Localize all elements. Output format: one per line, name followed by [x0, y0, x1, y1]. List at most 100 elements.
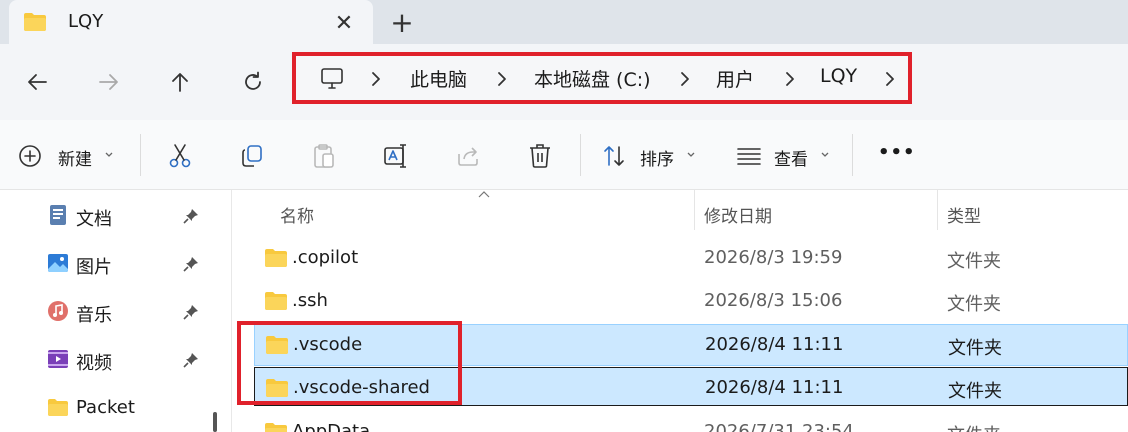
file-name: .ssh: [292, 290, 328, 311]
pin-icon[interactable]: [183, 256, 199, 272]
view-button-label: 查看: [774, 150, 808, 170]
rename-icon: [384, 144, 406, 168]
column-header-name[interactable]: 名称: [280, 202, 314, 227]
file-type: 文件夹: [947, 294, 1001, 315]
file-type: 文件夹: [948, 381, 1002, 402]
table-row[interactable]: .vscode-shared 2026/8/4 11:11 文件夹: [254, 367, 1128, 406]
column-divider[interactable]: [694, 190, 695, 230]
breadcrumb-this-pc[interactable]: 此电脑: [410, 65, 467, 92]
folder-icon: [266, 336, 288, 354]
file-name: .copilot: [292, 247, 359, 268]
close-icon[interactable]: ✕: [331, 10, 357, 36]
new-tab-button[interactable]: +: [388, 6, 416, 39]
table-row[interactable]: AppData 2026/7/31 23:54 文件夹: [254, 412, 1128, 432]
sidebar-item-packet[interactable]: Packet: [0, 386, 210, 426]
cut-button[interactable]: [166, 142, 194, 170]
chevron-right-icon[interactable]: [494, 70, 510, 88]
music-icon: [48, 301, 68, 321]
sidebar-item-label: 视频: [76, 353, 112, 374]
computer-icon: [321, 68, 343, 89]
chevron-right-icon[interactable]: [677, 70, 693, 88]
file-type: 文件夹: [947, 421, 1001, 432]
file-modified: 2026/8/3 19:59: [704, 247, 843, 268]
file-type: 文件夹: [947, 251, 1001, 272]
column-header-modified[interactable]: 修改日期: [704, 202, 772, 227]
pin-icon[interactable]: [183, 304, 199, 320]
file-modified: 2026/8/4 11:11: [705, 334, 844, 355]
plus-circle-icon: [19, 145, 41, 167]
breadcrumb-local-disk[interactable]: 本地磁盘 (C:): [534, 65, 651, 92]
copy-icon: [242, 145, 262, 167]
sidebar-item-label: 音乐: [76, 305, 112, 326]
pictures-icon: [48, 254, 68, 272]
column-divider[interactable]: [937, 190, 938, 230]
share-button[interactable]: [454, 142, 482, 170]
new-button-label: 新建: [58, 150, 92, 170]
refresh-icon: [245, 71, 261, 90]
toolbar-divider: [580, 134, 581, 176]
folder-icon: [48, 399, 68, 416]
address-bar[interactable]: 此电脑 本地磁盘 (C:) 用户 LQY: [292, 52, 912, 104]
trash-icon: [530, 144, 550, 168]
view-list-icon: [737, 148, 761, 165]
folder-icon: [24, 13, 46, 31]
breadcrumb-lqy[interactable]: LQY: [820, 65, 857, 87]
file-type: 文件夹: [948, 338, 1002, 359]
sidebar-item-music[interactable]: 音乐: [0, 290, 210, 330]
chevron-right-icon[interactable]: [882, 70, 898, 88]
sidebar-scrollbar[interactable]: [213, 412, 217, 432]
file-list: 名称 修改日期 类型 .copilot 2026/8/3 19:59 文件夹 .…: [232, 190, 1128, 432]
sidebar-item-label: 文档: [76, 209, 112, 230]
file-modified: 2026/7/31 23:54: [704, 421, 854, 432]
toolbar-divider: [852, 134, 853, 176]
table-row[interactable]: .vscode 2026/8/4 11:11 文件夹: [254, 324, 1128, 366]
sidebar-item-label: 图片: [76, 257, 112, 278]
arrow-left-icon: [28, 74, 47, 90]
copy-button[interactable]: [238, 142, 266, 170]
sidebar-item-videos[interactable]: 视频: [0, 338, 210, 378]
video-icon: [48, 350, 68, 368]
chevron-right-icon[interactable]: [368, 70, 384, 88]
folder-icon: [266, 379, 288, 397]
chevron-down-icon: [105, 152, 113, 157]
clipboard-icon: [314, 144, 334, 168]
file-name: .vscode-shared: [293, 377, 430, 398]
arrow-right-icon: [99, 74, 118, 90]
chevron-right-icon[interactable]: [782, 70, 798, 88]
folder-icon: [265, 292, 287, 310]
forward-button[interactable]: [92, 65, 126, 99]
sidebar-item-documents[interactable]: 文档: [0, 194, 210, 234]
sidebar-item-pictures[interactable]: 图片: [0, 242, 210, 282]
refresh-button[interactable]: [236, 65, 270, 99]
chevron-up-icon: [478, 191, 490, 198]
tab-strip: LQY ✕ +: [0, 0, 1128, 44]
folder-icon: [265, 249, 287, 267]
file-modified: 2026/8/4 11:11: [705, 377, 844, 398]
sort-button-label: 排序: [640, 150, 674, 170]
pin-icon[interactable]: [183, 352, 199, 368]
arrow-up-icon: [172, 73, 188, 92]
sidebar-item-label: Packet: [76, 397, 135, 418]
file-name: AppData: [292, 421, 371, 432]
rename-button[interactable]: [382, 142, 410, 170]
up-button[interactable]: [163, 65, 197, 99]
pin-icon[interactable]: [183, 208, 199, 224]
tab-title: LQY: [68, 11, 104, 32]
document-icon: [50, 205, 66, 225]
sort-icon: [604, 146, 624, 166]
navigation-pane: 文档 图片 音乐 视频 Packet: [0, 190, 232, 432]
breadcrumb-users[interactable]: 用户: [716, 65, 754, 92]
table-row[interactable]: .ssh 2026/8/3 15:06 文件夹: [254, 281, 1128, 321]
tab-lqy[interactable]: LQY ✕: [9, 0, 373, 44]
share-icon: [458, 147, 478, 166]
back-button[interactable]: [20, 65, 54, 99]
paste-button[interactable]: [310, 142, 338, 170]
table-row[interactable]: .copilot 2026/8/3 19:59 文件夹: [254, 238, 1128, 278]
delete-button[interactable]: [526, 142, 554, 170]
toolbar-divider: [140, 134, 141, 176]
file-name: .vscode: [293, 334, 363, 355]
more-options-button[interactable]: •••: [878, 142, 916, 163]
column-header-type[interactable]: 类型: [947, 202, 981, 227]
chevron-down-icon: [821, 152, 829, 157]
chevron-down-icon: [687, 152, 695, 157]
